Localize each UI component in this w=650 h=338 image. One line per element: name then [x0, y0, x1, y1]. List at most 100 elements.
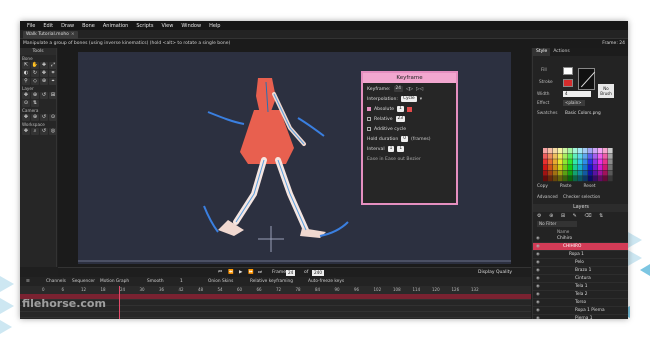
- palette-swatch[interactable]: [583, 153, 588, 159]
- close-icon[interactable]: ×: [71, 32, 75, 37]
- menu-window[interactable]: Window: [177, 23, 205, 29]
- palette-swatch[interactable]: [553, 159, 558, 165]
- next-keyframe-icon[interactable]: ▷◁: [416, 87, 423, 92]
- document-tab[interactable]: Walk Tutorial.moho ×: [23, 31, 78, 39]
- palette-swatch[interactable]: [583, 148, 588, 154]
- palette-swatch[interactable]: [543, 148, 548, 154]
- palette-swatch[interactable]: [558, 164, 563, 170]
- eye-icon[interactable]: ◉: [536, 243, 540, 250]
- tab-sequencer[interactable]: Sequencer: [72, 277, 95, 286]
- eye-icon[interactable]: ◉: [536, 267, 540, 274]
- menu-draw[interactable]: Draw: [57, 23, 78, 29]
- palette-swatch[interactable]: [568, 148, 573, 154]
- relative-radio[interactable]: [367, 117, 371, 121]
- keyframe-dialog-title[interactable]: Keyframe: [363, 73, 456, 83]
- workspace-tool-2-icon[interactable]: ⌕: [31, 128, 39, 135]
- camera-tool-2-icon[interactable]: ⊕: [31, 114, 39, 121]
- palette-swatch[interactable]: [593, 176, 598, 182]
- interval-field[interactable]: 1: [387, 146, 395, 152]
- palette-swatch[interactable]: [558, 148, 563, 154]
- palette-swatch[interactable]: [568, 176, 573, 182]
- palette-swatch[interactable]: [588, 153, 593, 159]
- eye-icon[interactable]: ◉: [536, 315, 540, 319]
- palette-swatch[interactable]: [588, 159, 593, 165]
- palette-swatch[interactable]: [553, 176, 558, 182]
- workspace-tool-4-icon[interactable]: ◎: [49, 128, 57, 135]
- eye-icon[interactable]: ◉: [536, 307, 540, 314]
- copy-button[interactable]: Copy: [537, 184, 548, 189]
- menu-animation[interactable]: Animation: [99, 23, 133, 29]
- palette-swatch[interactable]: [593, 148, 598, 154]
- absolute-field[interactable]: 1: [397, 106, 404, 112]
- brush-swatch[interactable]: [578, 68, 595, 90]
- palette-swatch[interactable]: [543, 170, 548, 176]
- color-swatch-grid[interactable]: [543, 148, 613, 182]
- interval-field-2[interactable]: 1: [397, 146, 405, 152]
- menu-scripts[interactable]: Scripts: [132, 23, 157, 29]
- palette-swatch[interactable]: [603, 148, 608, 154]
- palette-swatch[interactable]: [568, 153, 573, 159]
- palette-swatch[interactable]: [608, 148, 613, 154]
- layer-tool-6-icon[interactable]: ⇅: [31, 100, 39, 107]
- palette-swatch[interactable]: [548, 159, 553, 165]
- swatches-select[interactable]: Basic Colors.png: [565, 111, 601, 116]
- canvas-area[interactable]: [58, 48, 531, 267]
- palette-swatch[interactable]: [573, 153, 578, 159]
- palette-swatch[interactable]: [558, 170, 563, 176]
- palette-swatch[interactable]: [573, 159, 578, 165]
- timeline-menu-icon[interactable]: ☰: [26, 277, 30, 286]
- layer-item[interactable]: ◉ Brazo 1: [533, 267, 628, 275]
- workspace-tool-3-icon[interactable]: ↺: [40, 128, 48, 135]
- palette-swatch[interactable]: [583, 170, 588, 176]
- tab-channels[interactable]: Channels: [46, 277, 66, 286]
- palette-swatch[interactable]: [563, 153, 568, 159]
- palette-swatch[interactable]: [553, 170, 558, 176]
- palette-swatch[interactable]: [608, 176, 613, 182]
- palette-swatch[interactable]: [563, 176, 568, 182]
- palette-swatch[interactable]: [548, 164, 553, 170]
- palette-swatch[interactable]: [568, 164, 573, 170]
- timeline-playhead[interactable]: [119, 286, 120, 319]
- layer-item[interactable]: ◉ Chihiro: [533, 235, 628, 243]
- menu-help[interactable]: Help: [205, 23, 224, 29]
- palette-swatch[interactable]: [598, 148, 603, 154]
- layer-tool-icons[interactable]: ⚙ ⊕ ⊞ ✎ ⌫ ⇅: [537, 213, 606, 219]
- interpolation-select[interactable]: Cycle: [400, 96, 417, 102]
- eye-icon[interactable]: ◉: [536, 259, 540, 266]
- eye-icon[interactable]: ◉: [536, 275, 540, 282]
- palette-swatch[interactable]: [558, 176, 563, 182]
- additive-checkbox[interactable]: [367, 127, 371, 131]
- timeline-track[interactable]: [20, 312, 531, 318]
- layer-item[interactable]: ◉ Pelo: [533, 259, 628, 267]
- palette-swatch[interactable]: [593, 170, 598, 176]
- layer-item[interactable]: ◉ CHIHIRO: [533, 243, 628, 251]
- palette-swatch[interactable]: [583, 159, 588, 165]
- palette-swatch[interactable]: [573, 176, 578, 182]
- smooth-value[interactable]: 1: [180, 277, 183, 286]
- bone-tool-3-icon[interactable]: ✚: [40, 62, 48, 69]
- timeline-ruler[interactable]: 0 6 12 18 24 30 36 42 48 54 60 66 72 78 84 90 96 102 108 11…: [20, 286, 531, 294]
- palette-swatch[interactable]: [593, 164, 598, 170]
- layer-tool-3-icon[interactable]: ↺: [40, 92, 48, 99]
- palette-swatch[interactable]: [598, 153, 603, 159]
- no-brush-button[interactable]: No Brush: [598, 84, 614, 98]
- hold-field[interactable]: 0: [401, 136, 408, 142]
- palette-swatch[interactable]: [543, 176, 548, 182]
- palette-swatch[interactable]: [578, 153, 583, 159]
- palette-swatch[interactable]: [568, 170, 573, 176]
- tab-motion-graph[interactable]: Motion Graph: [100, 277, 129, 286]
- palette-swatch[interactable]: [563, 170, 568, 176]
- palette-swatch[interactable]: [563, 159, 568, 165]
- palette-swatch[interactable]: [583, 164, 588, 170]
- advanced-checkbox[interactable]: Advanced: [537, 194, 558, 199]
- paste-button[interactable]: Paste: [560, 184, 572, 189]
- palette-swatch[interactable]: [553, 153, 558, 159]
- relative-field[interactable]: 23: [395, 116, 405, 122]
- tab-actions[interactable]: Actions: [550, 48, 572, 56]
- palette-swatch[interactable]: [608, 170, 613, 176]
- reset-button[interactable]: Reset: [584, 184, 596, 189]
- bone-tool-2-icon[interactable]: ✋: [31, 62, 39, 69]
- palette-swatch[interactable]: [593, 159, 598, 165]
- palette-swatch[interactable]: [558, 153, 563, 159]
- palette-swatch[interactable]: [578, 170, 583, 176]
